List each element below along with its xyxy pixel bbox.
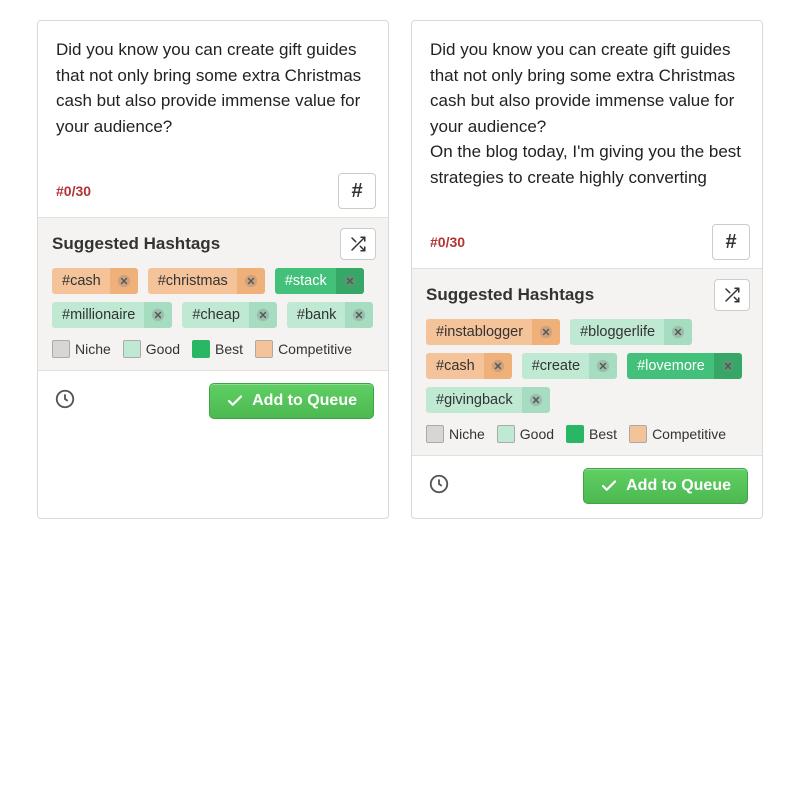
hashtag-list: #cash #christmas #stack #millionaire #cheap #… [52, 268, 376, 328]
legend-label: Competitive [652, 426, 726, 442]
clock-icon [54, 388, 76, 410]
clock-icon [428, 473, 450, 495]
hashtag-remove-button[interactable] [110, 268, 138, 294]
check-icon [226, 392, 244, 410]
legend-label: Competitive [278, 341, 352, 357]
shuffle-icon [349, 235, 367, 253]
hashtag-label: #cash [52, 268, 110, 294]
hashtag-remove-button[interactable] [336, 268, 364, 294]
suggested-hashtags-panel: Suggested Hashtags #cash #christmas #stack… [38, 217, 388, 371]
hashtag-pill[interactable]: #bloggerlife [570, 319, 692, 345]
legend-label: Best [215, 341, 243, 357]
hashtag-label: #cheap [182, 302, 249, 328]
hashtag-pill[interactable]: #cash [52, 268, 138, 294]
legend-swatch-niche [52, 340, 70, 358]
legend-swatch-good [123, 340, 141, 358]
suggested-hashtags-title: Suggested Hashtags [52, 234, 220, 254]
close-icon [491, 359, 505, 373]
hashtag-pill[interactable]: #create [522, 353, 617, 379]
legend-swatch-competitive [629, 425, 647, 443]
close-icon [671, 325, 685, 339]
hashtag-pill[interactable]: #instablogger [426, 319, 560, 345]
legend-swatch-best [192, 340, 210, 358]
hashtag-remove-button[interactable] [484, 353, 512, 379]
shuffle-button[interactable] [714, 279, 750, 311]
hashtag-label: #millionaire [52, 302, 144, 328]
post-card: Merry Christmas Did you know you can cre… [411, 20, 763, 519]
close-icon [529, 393, 543, 407]
close-icon [721, 359, 735, 373]
hashtag-label: #bank [287, 302, 346, 328]
hashtag-remove-button[interactable] [249, 302, 277, 328]
hashtag-pill[interactable]: #stack [275, 268, 364, 294]
hashtag-label: #bloggerlife [570, 319, 664, 345]
hashtag-pill[interactable]: #bank [287, 302, 374, 328]
hashtag-pill[interactable]: #cheap [182, 302, 277, 328]
hashtag-legend: Niche Good Best Competitive [52, 340, 376, 358]
shuffle-icon [723, 286, 741, 304]
legend-label: Niche [75, 341, 111, 357]
hashtag-remove-button[interactable] [532, 319, 560, 345]
hashtag-pill[interactable]: #cash [426, 353, 512, 379]
legend-swatch-best [566, 425, 584, 443]
close-icon [244, 274, 258, 288]
close-icon [539, 325, 553, 339]
legend-label: Best [589, 426, 617, 442]
hashtag-label: #stack [275, 268, 336, 294]
suggested-hashtags-title: Suggested Hashtags [426, 285, 594, 305]
post-caption[interactable]: Did you know you can create gift guides … [56, 37, 370, 139]
legend-swatch-competitive [255, 340, 273, 358]
legend-swatch-niche [426, 425, 444, 443]
hashtag-legend: Niche Good Best Competitive [426, 425, 750, 443]
hashtag-remove-button[interactable] [144, 302, 172, 328]
legend-label: Niche [449, 426, 485, 442]
check-icon [600, 477, 618, 495]
add-to-queue-button[interactable]: Add to Queue [209, 383, 374, 419]
hashtag-remove-button[interactable] [237, 268, 265, 294]
post-card: Merry Christmas Did you know you can cre… [37, 20, 389, 519]
hashtag-list: #instablogger #bloggerlife #cash #create #lo… [426, 319, 750, 413]
shuffle-button[interactable] [340, 228, 376, 260]
hashtag-remove-button[interactable] [714, 353, 742, 379]
suggested-hashtags-panel: Suggested Hashtags #instablogger #blogger… [412, 268, 762, 456]
hashtag-label: #christmas [148, 268, 237, 294]
hashtag-remove-button[interactable] [345, 302, 373, 328]
hashtag-remove-button[interactable] [664, 319, 692, 345]
schedule-button[interactable] [428, 473, 454, 499]
close-icon [151, 308, 165, 322]
add-to-queue-button[interactable]: Add to Queue [583, 468, 748, 504]
close-icon [117, 274, 131, 288]
hashtag-label: #create [522, 353, 589, 379]
hashtag-label: #lovemore [627, 353, 714, 379]
close-icon [596, 359, 610, 373]
legend-label: Good [520, 426, 554, 442]
hashtag-button[interactable]: # [712, 224, 750, 260]
hashtag-counter: #0/30 [430, 234, 465, 250]
schedule-button[interactable] [54, 388, 80, 414]
hashtag-pill[interactable]: #christmas [148, 268, 265, 294]
close-icon [352, 308, 366, 322]
add-to-queue-label: Add to Queue [252, 392, 357, 410]
hashtag-label: #instablogger [426, 319, 532, 345]
hashtag-pill[interactable]: #givingback [426, 387, 550, 413]
close-icon [256, 308, 270, 322]
hashtag-remove-button[interactable] [522, 387, 550, 413]
hashtag-pill[interactable]: #lovemore [627, 353, 742, 379]
hashtag-label: #cash [426, 353, 484, 379]
close-icon [343, 274, 357, 288]
legend-swatch-good [497, 425, 515, 443]
post-caption[interactable]: Did you know you can create gift guides … [430, 37, 744, 190]
hashtag-remove-button[interactable] [589, 353, 617, 379]
add-to-queue-label: Add to Queue [626, 477, 731, 495]
hashtag-pill[interactable]: #millionaire [52, 302, 172, 328]
legend-label: Good [146, 341, 180, 357]
hashtag-counter: #0/30 [56, 183, 91, 199]
hashtag-label: #givingback [426, 387, 522, 413]
hashtag-button[interactable]: # [338, 173, 376, 209]
